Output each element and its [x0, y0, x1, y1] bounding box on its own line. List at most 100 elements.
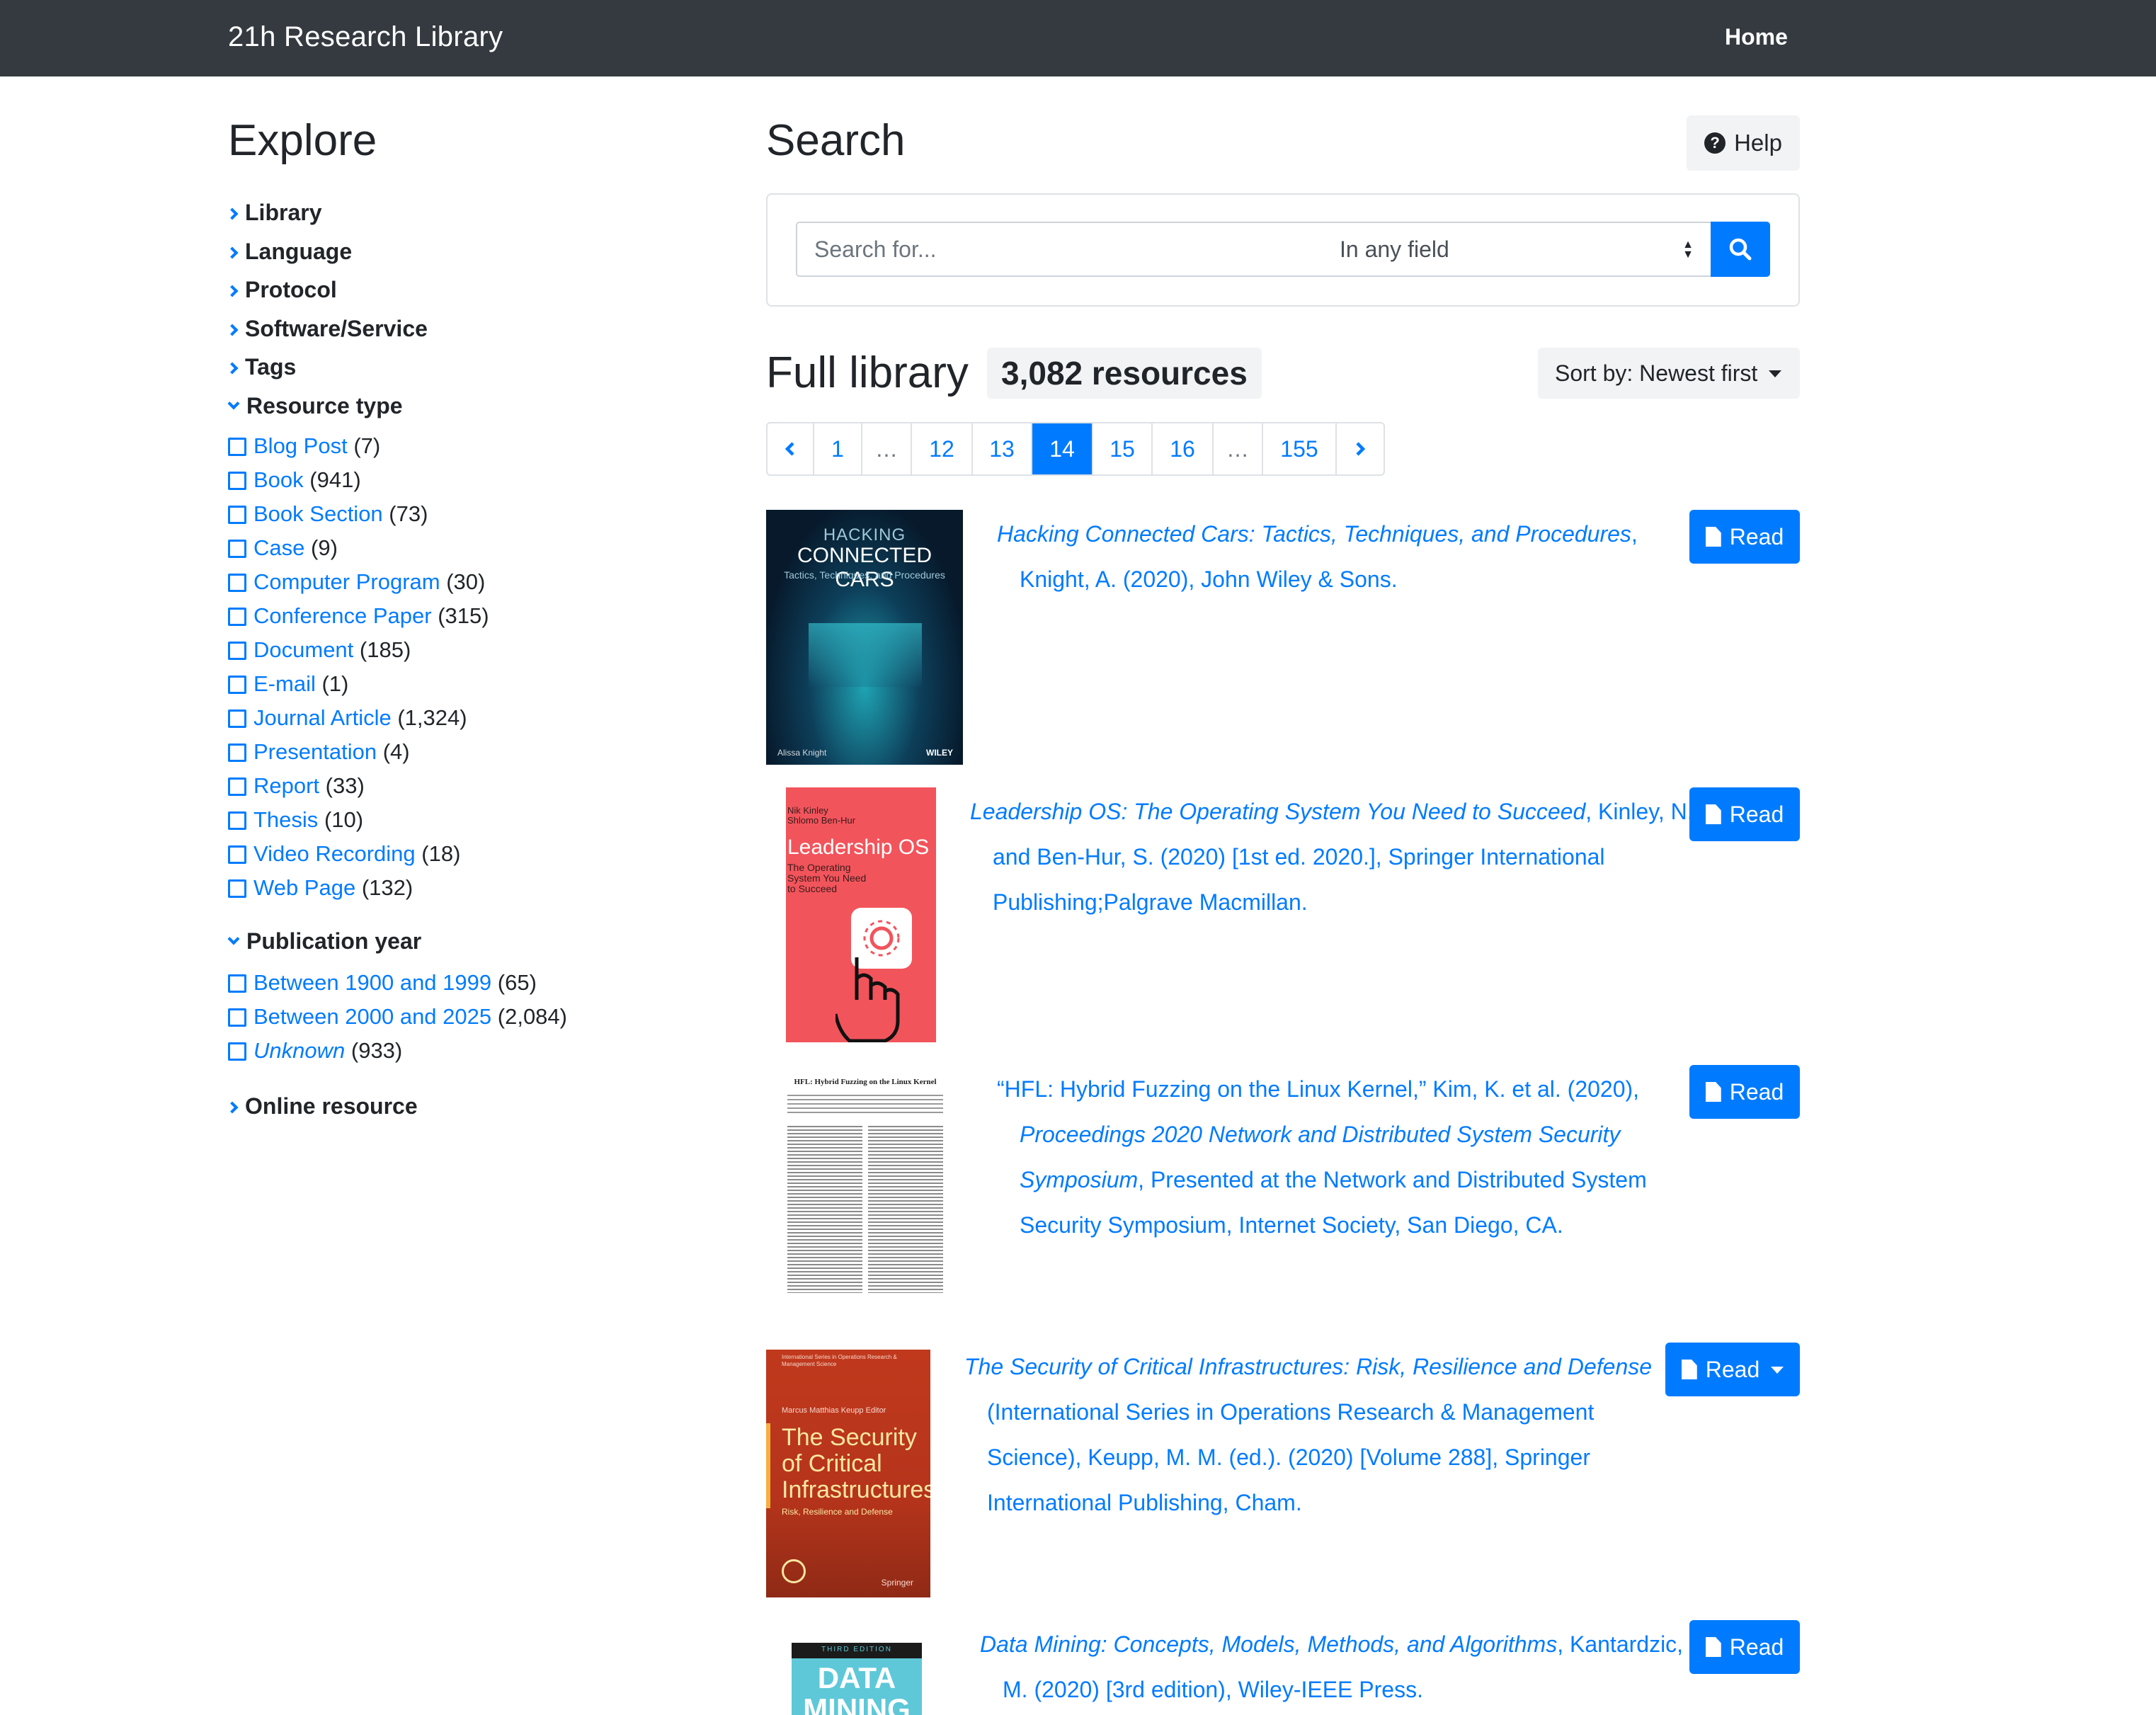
filter-option[interactable]: Blog Post (7) [228, 433, 380, 459]
filter-count: (933) [350, 1038, 403, 1063]
filter-option[interactable]: Unknown (933) [228, 1038, 402, 1064]
filter-option[interactable]: Report (33) [228, 773, 365, 799]
book-cover[interactable]: HACKING CONNECTED CARS Tactics, Techniqu… [766, 510, 963, 765]
read-button[interactable]: Read [1689, 787, 1800, 841]
search-input[interactable] [796, 222, 1324, 277]
read-button[interactable]: Read [1689, 510, 1800, 564]
book-cover[interactable]: THIRD EDITION DATA MINING [792, 1643, 922, 1715]
citation-text: (International Series in Operations Rese… [987, 1399, 1595, 1425]
citation-title[interactable]: Data Mining: Concepts, Models, Methods, … [980, 1631, 1557, 1657]
sort-dropdown[interactable]: Sort by: Newest first [1538, 348, 1800, 399]
checkbox-icon [228, 710, 246, 728]
citation: The Security of Critical Infrastructures… [964, 1344, 1672, 1525]
select-arrows-icon: ▲ ▼ [1682, 239, 1694, 261]
filter-option[interactable]: Document (185) [228, 637, 411, 663]
book-cover[interactable]: Nik Kinley Shlomo Ben-Hur Leadership OS T… [786, 787, 936, 1042]
chevron-down-icon [227, 397, 240, 410]
facet-software-service[interactable]: Software/Service [226, 316, 428, 342]
filter-option[interactable]: Case (9) [228, 535, 338, 561]
facet-label: Tags [245, 354, 297, 380]
facet-language[interactable]: Language [226, 239, 353, 265]
facet-label: Resource type [246, 393, 403, 418]
read-button[interactable]: Read [1689, 1065, 1800, 1119]
cover-title: CONNECTED CARS [797, 544, 932, 591]
search-title: Search [766, 116, 906, 165]
read-label: Read [1729, 1634, 1784, 1660]
page-link[interactable]: 13 [973, 423, 1032, 474]
paper-authors-lines [787, 1095, 943, 1116]
cover-text: to Succeed [787, 883, 838, 894]
filter-option[interactable]: Book (941) [228, 467, 361, 493]
paper-column-left [787, 1126, 862, 1293]
filter-option[interactable]: Video Recording (18) [228, 841, 460, 867]
pagination: 1 … 12 13 14 15 16 … 155 [766, 422, 1385, 476]
page-link[interactable]: 1 [814, 423, 862, 474]
checkbox-icon [228, 845, 246, 864]
filter-option[interactable]: Between 2000 and 2025 (2,084) [228, 1004, 567, 1030]
filter-count: (1,324) [397, 705, 467, 730]
cover-art [809, 623, 922, 687]
facet-protocol[interactable]: Protocol [226, 277, 337, 303]
facet-publication-year[interactable]: Publication year [227, 928, 421, 955]
filter-count: (18) [421, 841, 461, 866]
page-link[interactable]: 155 [1263, 423, 1337, 474]
search-field-select[interactable]: In any field ▲ ▼ [1323, 222, 1712, 277]
page-link[interactable]: 16 [1153, 423, 1214, 474]
facet-online-resource[interactable]: Online resource [226, 1093, 418, 1119]
citation-text: M. (2020) [3rd edition), Wiley-IEEE Pres… [1003, 1677, 1423, 1702]
citation-title[interactable]: Leadership OS: The Operating System You … [970, 799, 1585, 824]
checkbox-icon [228, 506, 246, 524]
file-icon [1705, 804, 1721, 824]
filter-option[interactable]: Presentation (4) [228, 739, 410, 765]
facet-library[interactable]: Library [226, 200, 321, 226]
chevron-right-icon [226, 246, 239, 259]
cover-text: Risk, Resilience and Defense [782, 1507, 893, 1517]
filter-label: Thesis [253, 807, 319, 832]
facet-tags[interactable]: Tags [226, 354, 297, 380]
checkbox-icon [228, 879, 246, 898]
page-link-active[interactable]: 14 [1032, 423, 1093, 474]
citation-text: and Ben-Hur, S. (2020) [1st ed. 2020.], … [993, 844, 1605, 870]
filter-option[interactable]: Book Section (73) [228, 501, 428, 527]
citation-title[interactable]: “HFL: Hybrid Fuzzing on the Linux Kernel… [997, 1066, 1705, 1112]
filter-label: Case [253, 535, 305, 560]
sort-label: Sort by: Newest first [1555, 360, 1758, 386]
nav-home-link[interactable]: Home [1725, 24, 1788, 50]
read-button[interactable]: Read [1689, 1620, 1800, 1674]
facet-resource-type[interactable]: Resource type [227, 393, 403, 419]
cover-subtitle: The Operating System You Need to Succeed [787, 862, 866, 894]
cover-title: Leadership OS [787, 836, 930, 859]
citation-text: , Presented at the Network and Distribut… [1138, 1167, 1647, 1192]
globe-icon [782, 1559, 806, 1583]
filter-option[interactable]: Computer Program (30) [228, 569, 485, 595]
filter-option[interactable]: Conference Paper (315) [228, 603, 489, 629]
cover-text: Springer [881, 1578, 913, 1588]
filter-count: (65) [497, 970, 537, 995]
citation-text: Knight, A. (2020), John Wiley & Sons. [1020, 566, 1398, 592]
page-prev[interactable] [768, 423, 814, 474]
filter-option[interactable]: E-mail (1) [228, 671, 348, 697]
filter-option[interactable]: Journal Article (1,324) [228, 705, 467, 731]
filter-option[interactable]: Between 1900 and 1999 (65) [228, 970, 537, 996]
page-next[interactable] [1337, 423, 1384, 474]
citation-title[interactable]: The Security of Critical Infrastructures… [964, 1344, 1672, 1389]
brand-link[interactable]: 21h Research Library [228, 21, 503, 53]
paper-thumbnail[interactable]: HFL: Hybrid Fuzzing on the Linux Kernel [779, 1066, 952, 1300]
page-link[interactable]: 15 [1093, 423, 1153, 474]
read-dropdown-button[interactable]: Read [1665, 1343, 1800, 1396]
facet-label: Language [245, 239, 353, 264]
citation: Data Mining: Concepts, Models, Methods, … [980, 1622, 1688, 1712]
page-link[interactable]: 12 [912, 423, 973, 474]
filter-count: (941) [309, 467, 361, 492]
cover-text: The Operating [787, 862, 851, 873]
filter-option[interactable]: Web Page (132) [228, 875, 413, 901]
book-cover[interactable]: International Series in Operations Resea… [766, 1350, 930, 1597]
filter-label: Conference Paper [253, 603, 432, 628]
filter-option[interactable]: Thesis (10) [228, 807, 363, 833]
help-button[interactable]: ? Help [1687, 115, 1800, 171]
filter-label: Between 2000 and 2025 [253, 1004, 492, 1029]
cover-text: Nik Kinley [787, 805, 828, 816]
filter-count: (7) [353, 433, 381, 458]
search-button[interactable] [1711, 222, 1770, 277]
citation-title[interactable]: Hacking Connected Cars: Tactics, Techniq… [997, 521, 1631, 547]
